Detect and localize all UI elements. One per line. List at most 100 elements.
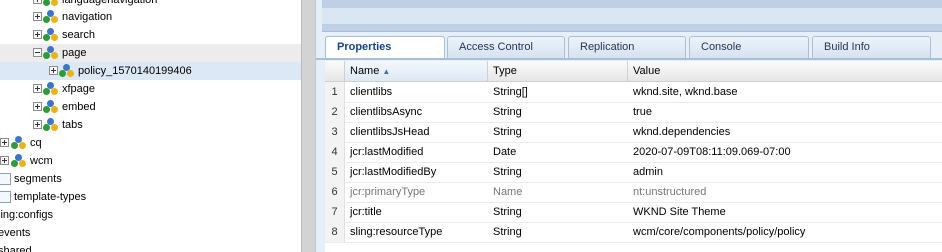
node-icon (59, 64, 75, 78)
node-icon (43, 82, 59, 96)
folder-icon (0, 191, 11, 203)
tree-node-cq[interactable]: cq (0, 134, 301, 152)
node-icon (43, 100, 59, 114)
grid-header: Name ▲ Type Value (325, 61, 942, 82)
column-header-label: Name (350, 65, 380, 77)
property-name: jcr:lastModifiedBy (350, 166, 437, 178)
tree-node-label: shared (0, 245, 32, 252)
table-row[interactable]: 5 jcr:lastModifiedBy String admin (325, 162, 942, 183)
property-name: clientlibs (350, 86, 393, 98)
table-row[interactable]: 2 clientlibsAsync String true (325, 102, 942, 123)
tree-node-template-types[interactable]: template-types (0, 188, 301, 206)
row-number: 1 (325, 82, 345, 102)
tree-node-page[interactable]: page (0, 44, 301, 62)
node-icon (43, 118, 59, 132)
tree-node-xfpage[interactable]: xfpage (0, 80, 301, 98)
column-header-value[interactable]: Value (628, 61, 942, 81)
tree-node-embed[interactable]: embed (0, 98, 301, 116)
property-type: String (493, 126, 522, 138)
expand-icon[interactable] (33, 0, 42, 4)
property-type: String (493, 206, 522, 218)
tree-node-policy[interactable]: policy_1570140199406 (0, 62, 301, 80)
tree-node-label: segments (14, 173, 62, 185)
tree-node-label: events (0, 227, 31, 239)
column-header-name[interactable]: Name ▲ (345, 61, 488, 81)
column-header-type[interactable]: Type (488, 61, 628, 81)
property-name: jcr:lastModified (350, 146, 424, 158)
property-type: Date (493, 146, 517, 158)
table-row[interactable]: 1 clientlibs String[] wknd.site, wknd.ba… (325, 82, 942, 103)
tree-node-label: wcm (30, 155, 53, 167)
properties-grid: Name ▲ Type Value 1 clientlibs String[] w… (325, 61, 942, 252)
row-number: 6 (325, 182, 345, 202)
node-icon (43, 28, 59, 42)
row-number: 5 (325, 162, 345, 182)
property-name: jcr:primaryType (350, 186, 426, 198)
table-row[interactable]: 6 jcr:primaryType Name nt:unstructured (325, 182, 942, 203)
tab-strip-border (316, 58, 942, 60)
panel-splitter[interactable] (301, 0, 316, 252)
tree-node-label: cq (30, 137, 42, 149)
tree-node-label: page (62, 47, 87, 59)
tree-node-label: tabs (62, 119, 83, 131)
tab-console[interactable]: Console (689, 36, 809, 58)
collapse-icon[interactable] (33, 48, 42, 57)
tree-node-configs[interactable]: ling:configs (0, 206, 301, 224)
property-name: jcr:title (350, 206, 382, 218)
row-number: 8 (325, 222, 345, 242)
folder-icon (0, 173, 11, 185)
tree-node-shared[interactable]: shared (0, 242, 301, 252)
tree-node-label: policy_1570140199406 (78, 65, 192, 77)
expand-icon[interactable] (33, 102, 42, 111)
row-number: 4 (325, 142, 345, 162)
tree-node-events[interactable]: events (0, 224, 301, 242)
table-row[interactable]: 8 sling:resourceType String wcm/core/com… (325, 222, 942, 243)
tree-node-label: navigation (62, 11, 113, 23)
tree-node-navigation[interactable]: navigation (0, 8, 301, 26)
expand-icon[interactable] (49, 66, 58, 75)
expand-icon[interactable] (33, 30, 42, 39)
expand-icon[interactable] (33, 12, 42, 21)
table-row[interactable]: 7 jcr:title String WKND Site Theme (325, 202, 942, 223)
row-number-header (325, 61, 345, 81)
tree-node-label: embed (62, 101, 96, 113)
property-value[interactable]: true (628, 102, 942, 122)
property-type: String (493, 166, 522, 178)
properties-panel: Properties Access Control Replication Co… (316, 0, 942, 252)
row-number: 2 (325, 102, 345, 122)
property-value[interactable]: wknd.dependencies (628, 122, 942, 142)
tree-node-label: search (62, 29, 96, 41)
expand-icon[interactable] (0, 156, 9, 165)
property-type: Name (493, 186, 523, 198)
node-icon (11, 136, 27, 150)
node-icon (11, 154, 27, 168)
tree-node-label: xfpage (62, 83, 96, 95)
property-value[interactable]: wcm/core/components/policy/policy (628, 222, 942, 242)
tree-node-search[interactable]: search (0, 26, 301, 44)
tree-node-wcm[interactable]: wcm (0, 152, 301, 170)
property-type: String (493, 106, 522, 118)
tree-node-label: template-types (14, 191, 87, 203)
tab-build-info[interactable]: Build Info (812, 36, 931, 58)
table-row[interactable]: 3 clientlibsJsHead String wknd.dependenc… (325, 122, 942, 143)
property-value[interactable]: WKND Site Theme (628, 202, 942, 222)
tab-access-control[interactable]: Access Control (447, 36, 565, 58)
table-row[interactable]: 4 jcr:lastModified Date 2020-07-09T08:11… (325, 142, 942, 163)
property-value[interactable]: 2020-07-09T08:11:09.069-07:00 (628, 142, 942, 162)
property-name: clientlibsJsHead (350, 126, 430, 138)
property-value[interactable]: nt:unstructured (628, 182, 942, 202)
tree-node-label: ling:configs (0, 209, 54, 221)
row-number: 7 (325, 202, 345, 222)
tree-node-segments[interactable]: segments (0, 170, 301, 188)
expand-icon[interactable] (0, 138, 9, 147)
expand-icon[interactable] (33, 84, 42, 93)
panel-header (322, 0, 942, 32)
tab-properties[interactable]: Properties (325, 36, 445, 59)
property-value[interactable]: admin (628, 162, 942, 182)
tab-replication[interactable]: Replication (568, 36, 686, 58)
property-value[interactable]: wknd.site, wknd.base (628, 82, 942, 102)
expand-icon[interactable] (33, 120, 42, 129)
property-name: clientlibsAsync (350, 106, 423, 118)
tree-node-tabs[interactable]: tabs (0, 116, 301, 134)
property-type: String[] (493, 86, 528, 98)
